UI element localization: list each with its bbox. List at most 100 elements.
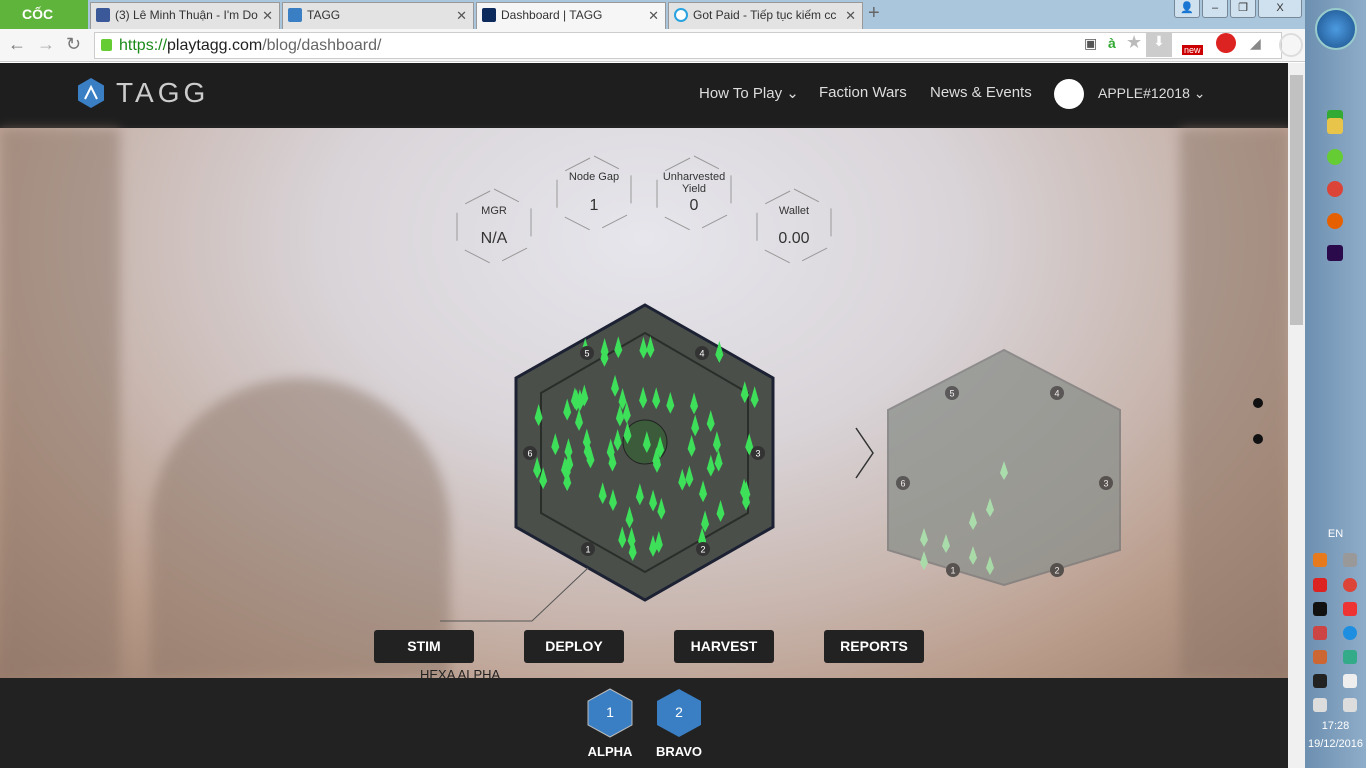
harvest-button[interactable]: HARVEST <box>674 630 774 663</box>
hexa-alpha-selector[interactable]: 1 ALPHA <box>587 688 633 759</box>
coccoc-taskbar-icon[interactable] <box>1327 149 1343 165</box>
hexa-number: 1 <box>606 704 614 720</box>
hexa-boards: 1 2 3 4 5 6 1 2 3 4 5 6 <box>440 303 1121 622</box>
extension-icon[interactable]: ◢ <box>1250 35 1261 52</box>
hexa-bravo-board[interactable]: 1 2 3 4 5 6 <box>887 348 1121 587</box>
hexa-name: BRAVO <box>656 744 702 759</box>
translate-icon[interactable]: ▣ <box>1084 35 1097 52</box>
user-menu[interactable]: APPLE#12018 ⌄ <box>1098 85 1205 102</box>
hexa-number: 2 <box>675 704 683 720</box>
tagg-logo[interactable]: TAGG <box>78 77 209 109</box>
stim-button[interactable]: STIM <box>374 630 474 663</box>
tab-title: TAGG <box>307 8 341 22</box>
after-effects-icon[interactable] <box>1327 245 1343 261</box>
clock-date[interactable]: 19/12/2016 <box>1305 738 1366 750</box>
back-icon[interactable]: ← <box>8 34 26 55</box>
firefox-icon[interactable] <box>1327 213 1343 229</box>
tab-title: Dashboard | TAGG <box>501 8 603 22</box>
vietnamese-input-icon[interactable]: à <box>1108 35 1116 51</box>
extension-new-badge[interactable]: new <box>1182 45 1203 55</box>
idm-icon[interactable] <box>1343 650 1357 664</box>
chrome-tray-icon[interactable] <box>1343 578 1357 592</box>
url-input[interactable]: https://playtagg.com/blog/dashboard/ <box>94 32 1282 59</box>
carousel-dot[interactable] <box>1253 434 1263 444</box>
clock-time[interactable]: 17:28 <box>1305 720 1366 732</box>
reload-icon[interactable]: ↻ <box>66 34 81 55</box>
node-number: 5 <box>949 389 954 399</box>
node-number: 5 <box>584 349 589 359</box>
facebook-icon <box>96 8 110 22</box>
site-header: TAGG How To Play ⌄ Faction Wars News & E… <box>0 63 1288 125</box>
scrollbar-thumb[interactable] <box>1290 75 1303 325</box>
download-icon[interactable]: ⬇ <box>1146 33 1172 57</box>
node-number: 6 <box>900 479 905 489</box>
tray-icon[interactable] <box>1313 674 1327 688</box>
node-number: 2 <box>1054 566 1059 576</box>
hexa-name: ALPHA <box>587 744 633 759</box>
windows-start-button[interactable] <box>1315 8 1357 50</box>
tagg-icon <box>482 8 496 22</box>
hexa-bravo-selector[interactable]: 2 BRAVO <box>656 688 702 759</box>
close-tab-icon[interactable]: ✕ <box>262 3 273 28</box>
hexa-selector: 1 ALPHA 2 BRAVO <box>0 678 1288 768</box>
power-icon[interactable] <box>1343 674 1357 688</box>
node-number: 1 <box>585 545 590 555</box>
profile-icon[interactable]: 👤 <box>1174 0 1200 18</box>
url-host: playtagg.com <box>167 37 263 54</box>
folder-icon[interactable] <box>1327 118 1343 134</box>
language-indicator[interactable]: EN <box>1305 528 1366 540</box>
tray-icon[interactable] <box>1343 553 1357 567</box>
page-scrollbar[interactable] <box>1288 63 1305 768</box>
new-tab-button[interactable]: + <box>868 2 880 25</box>
tab-tagg[interactable]: TAGG ✕ <box>282 2 474 29</box>
minimize-button[interactable]: – <box>1202 0 1228 18</box>
url-path: /blog/dashboard/ <box>262 37 382 54</box>
next-hexa-arrow-icon[interactable] <box>855 427 874 479</box>
hexa-label-leader-line <box>440 567 589 622</box>
forward-icon[interactable]: → <box>37 34 55 55</box>
close-tab-icon[interactable]: ✕ <box>456 3 467 28</box>
address-bar-row: ← → ↻ https://playtagg.com/blog/dashboar… <box>0 29 1305 62</box>
tab-got-paid[interactable]: Got Paid - Tiếp tục kiếm cc ✕ <box>668 2 863 29</box>
menu-faction-wars[interactable]: Faction Wars <box>819 84 907 101</box>
node-number: 4 <box>1054 389 1059 399</box>
extension-circle-icon[interactable] <box>1279 33 1303 57</box>
tray-icon[interactable] <box>1313 626 1327 640</box>
kaspersky-icon[interactable] <box>1343 602 1357 616</box>
menu-how-to-play[interactable]: How To Play ⌄ <box>699 84 799 102</box>
tab-facebook[interactable]: (3) Lê Minh Thuận - I'm Do ✕ <box>90 2 280 29</box>
close-tab-icon[interactable]: ✕ <box>845 3 856 28</box>
tray-icon[interactable] <box>1313 553 1327 567</box>
bookmark-star-icon[interactable]: ★ <box>1126 32 1142 53</box>
hexa-alpha-board[interactable]: 1 2 3 4 5 6 <box>514 303 775 602</box>
node-number: 3 <box>1103 479 1108 489</box>
teamviewer-icon[interactable] <box>1343 626 1357 640</box>
node-number: 2 <box>700 545 705 555</box>
close-tab-icon[interactable]: ✕ <box>648 3 659 28</box>
ccleaner-icon[interactable] <box>1313 650 1327 664</box>
tab-title: (3) Lê Minh Thuận - I'm Do <box>115 8 258 22</box>
tray-icon[interactable] <box>1313 578 1327 592</box>
tab-title: Got Paid - Tiếp tục kiếm cc <box>693 8 837 22</box>
logitech-icon[interactable] <box>1313 602 1327 616</box>
carousel-dot[interactable] <box>1253 398 1263 408</box>
logo-text: TAGG <box>116 77 210 108</box>
menu-news-events[interactable]: News & Events <box>930 84 1032 101</box>
tagg-site: TAGG How To Play ⌄ Faction Wars News & E… <box>0 63 1288 768</box>
deploy-button[interactable]: DEPLOY <box>524 630 624 663</box>
close-window-button[interactable]: X <box>1258 0 1302 18</box>
window-controls: 👤 – ❐ X <box>1174 0 1302 18</box>
restore-button[interactable]: ❐ <box>1230 0 1256 18</box>
tab-dashboard[interactable]: Dashboard | TAGG ✕ <box>476 2 666 29</box>
network-icon[interactable] <box>1343 698 1357 712</box>
avatar[interactable] <box>1054 79 1084 109</box>
reports-button[interactable]: REPORTS <box>824 630 924 663</box>
adblock-icon[interactable] <box>1216 33 1236 53</box>
coccoc-logo[interactable]: CỐC CỐC <box>0 0 88 51</box>
dollar-icon <box>674 8 688 22</box>
node-number: 3 <box>755 449 760 459</box>
volume-icon[interactable] <box>1313 698 1327 712</box>
url-scheme: https:// <box>119 37 168 54</box>
chrome-icon[interactable] <box>1327 181 1343 197</box>
node-number: 1 <box>950 566 955 576</box>
